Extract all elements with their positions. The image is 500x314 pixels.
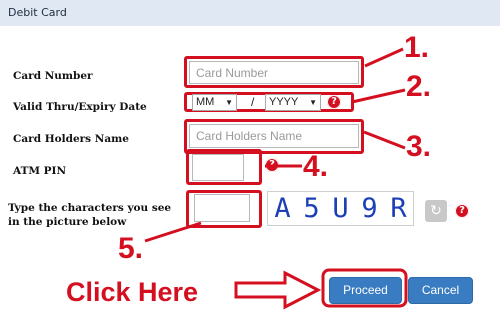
annotation-line-2	[351, 88, 406, 104]
annotation-number-4: 4.	[303, 150, 329, 183]
cancel-button[interactable]: Cancel	[408, 277, 473, 304]
annotation-number-2: 2.	[406, 70, 432, 103]
click-here-annotation: Click Here	[66, 277, 199, 307]
annotation-line-5	[144, 221, 202, 243]
annotation-number-3: 3.	[406, 130, 432, 163]
annotation-number-1: 1.	[404, 31, 430, 64]
annotation-line-3	[363, 130, 406, 150]
arrow-right-icon	[234, 270, 322, 310]
annotation-line-1	[364, 47, 404, 68]
annotation-number-5: 5.	[118, 232, 144, 265]
proceed-button[interactable]: Proceed	[329, 277, 402, 304]
